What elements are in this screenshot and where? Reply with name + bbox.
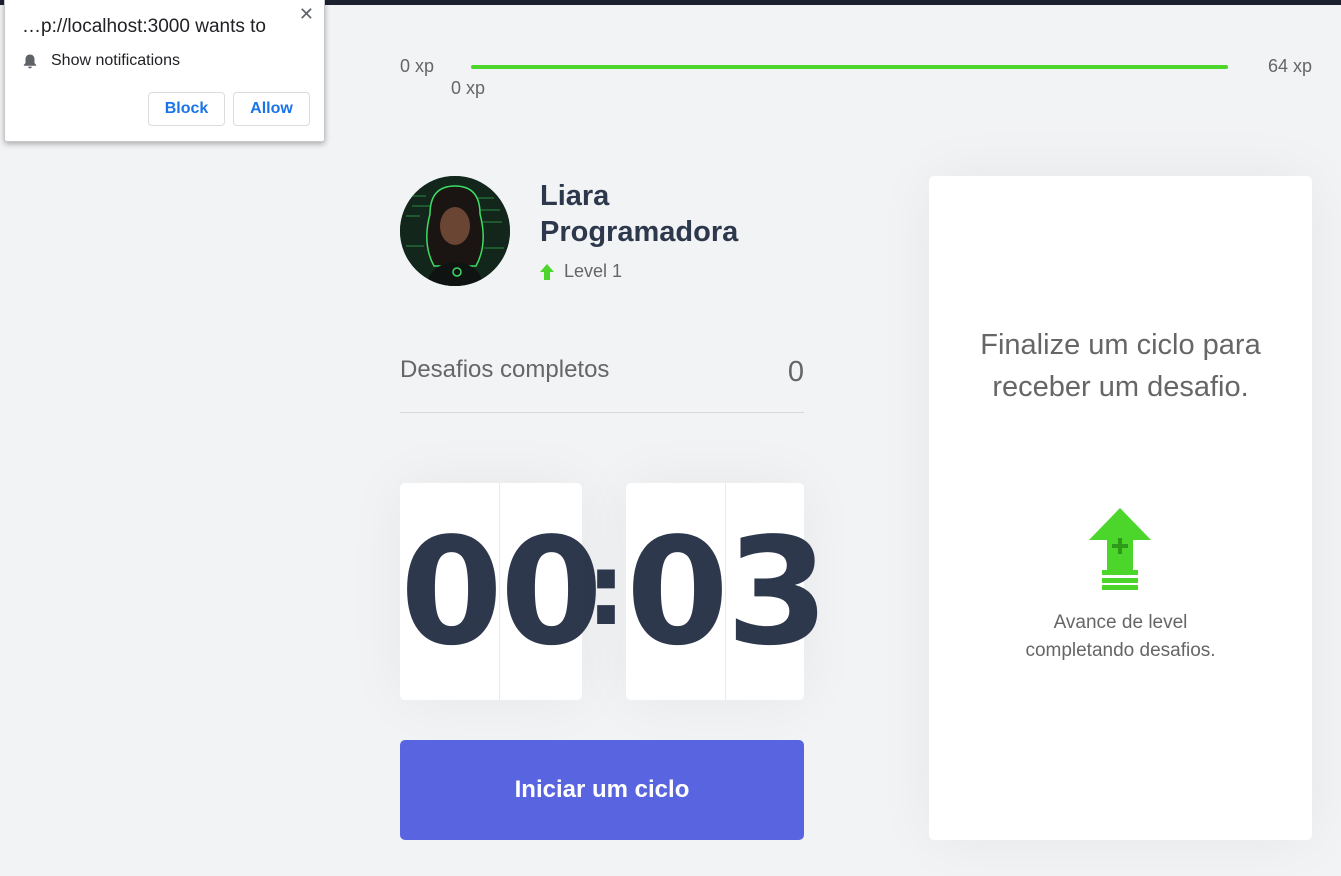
profile-level: Level 1 — [540, 261, 622, 282]
notification-permission-label: Show notifications — [51, 52, 180, 69]
countdown-minutes: 0 0 — [400, 483, 603, 700]
completed-challenges-count: 0 — [787, 356, 804, 388]
avatar — [400, 176, 510, 286]
challenge-box-title: Finalize um ciclo para receber um desafi… — [980, 329, 1261, 403]
profile-name: Liara Programadora — [540, 180, 739, 248]
xp-current-label: 0 xp — [451, 78, 486, 98]
countdown-second-tens: 0 — [626, 505, 729, 678]
completed-challenges-label: Desafios completos — [400, 356, 610, 383]
notification-permission-prompt: …p://localhost:3000 wants to ✕ Show noti… — [4, 0, 325, 142]
challenge-box-subtitle: Avance de level completando desafios. — [1025, 612, 1216, 661]
countdown-minute-ones: 0 — [498, 483, 603, 700]
countdown-seconds: 0 3 — [626, 483, 829, 700]
experience-bar — [471, 65, 1228, 69]
xp-max-label: 64 xp — [1267, 56, 1312, 76]
xp-min-label: 0 xp — [400, 56, 435, 76]
level-label: Level 1 — [564, 261, 623, 281]
close-icon[interactable]: ✕ — [299, 4, 314, 25]
notification-permission-row: Show notifications — [23, 52, 180, 70]
experience-bar-fill — [471, 65, 1228, 69]
notification-origin-text: …p://localhost:3000 wants to — [22, 16, 266, 37]
challenge-box: Finalize um ciclo para receber um desafi… — [929, 176, 1312, 840]
start-cycle-button[interactable]: Iniciar um ciclo — [400, 740, 804, 840]
allow-button[interactable]: Allow — [233, 92, 310, 126]
bell-icon — [23, 54, 37, 68]
countdown-minute-tens: 0 — [400, 505, 503, 678]
completed-challenges: Desafios completos 0 — [400, 356, 804, 413]
level-up-arrow-icon — [540, 263, 554, 280]
countdown-separator: : — [586, 531, 626, 648]
block-button[interactable]: Block — [148, 92, 225, 126]
countdown-second-ones: 3 — [724, 483, 829, 700]
level-up-icon — [1089, 508, 1151, 590]
